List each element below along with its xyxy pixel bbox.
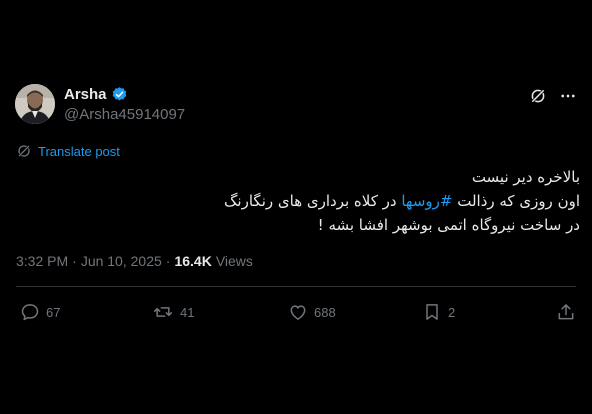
post-time[interactable]: 3:32 PM — [16, 253, 68, 269]
bookmark-count: 2 — [448, 304, 456, 320]
post-line-2-after: در کلاه برداری های رنگارنگ — [224, 192, 402, 210]
author-handle[interactable]: @Arsha45914097 — [64, 106, 185, 123]
post-date[interactable]: Jun 10, 2025 — [81, 253, 162, 269]
views-count: 16.4K — [174, 253, 212, 269]
post-meta: 3:32 PM · Jun 10, 2025 · 16.4K Views — [16, 253, 253, 269]
views-label: Views — [215, 253, 253, 269]
like-button[interactable]: 688 — [288, 302, 336, 322]
avatar-image — [15, 84, 55, 124]
repost-count: 41 — [180, 304, 195, 320]
repost-icon — [152, 302, 174, 322]
share-icon — [556, 302, 576, 322]
reply-icon — [20, 302, 40, 322]
post-line-1: بالاخره دیر نیست — [471, 168, 580, 186]
repost-button[interactable]: 41 — [152, 302, 194, 322]
post-text: بالاخره دیر نیست اون روزی که رذالت #روسه… — [20, 165, 580, 237]
translate-post-label: Translate post — [38, 143, 120, 159]
hashtag-link[interactable]: #روسها — [401, 192, 452, 210]
author-display-name[interactable]: Arsha — [64, 86, 107, 103]
tweet: Arsha @Arsha45914097 Translate post بالا… — [0, 0, 592, 414]
grok-icon[interactable] — [528, 86, 548, 106]
post-line-3: در ساخت نیروگاه اتمی بوشهر افشا بشه ! — [317, 216, 580, 234]
heart-icon — [288, 302, 308, 322]
bookmark-icon — [422, 302, 442, 322]
reply-button[interactable]: 67 — [20, 302, 60, 322]
more-options-icon[interactable] — [558, 86, 578, 106]
bookmark-button[interactable]: 2 — [422, 302, 455, 322]
divider — [16, 286, 576, 287]
translate-icon — [16, 143, 32, 159]
like-count: 688 — [314, 304, 336, 320]
translate-post-link[interactable]: Translate post — [16, 143, 120, 159]
post-line-2-before: اون روزی که رذالت — [452, 192, 580, 210]
reply-count: 67 — [46, 304, 61, 320]
action-bar: 67 41 688 2 — [20, 302, 576, 326]
share-button[interactable] — [556, 302, 576, 322]
avatar[interactable] — [15, 84, 55, 124]
post-line-2: اون روزی که رذالت #روسها در کلاه برداری … — [20, 189, 580, 213]
meta-separator-2: · — [165, 253, 171, 269]
meta-separator: · — [72, 253, 77, 269]
author-name-row: Arsha — [64, 86, 128, 103]
verified-badge-icon — [111, 86, 128, 103]
top-actions — [528, 86, 578, 106]
